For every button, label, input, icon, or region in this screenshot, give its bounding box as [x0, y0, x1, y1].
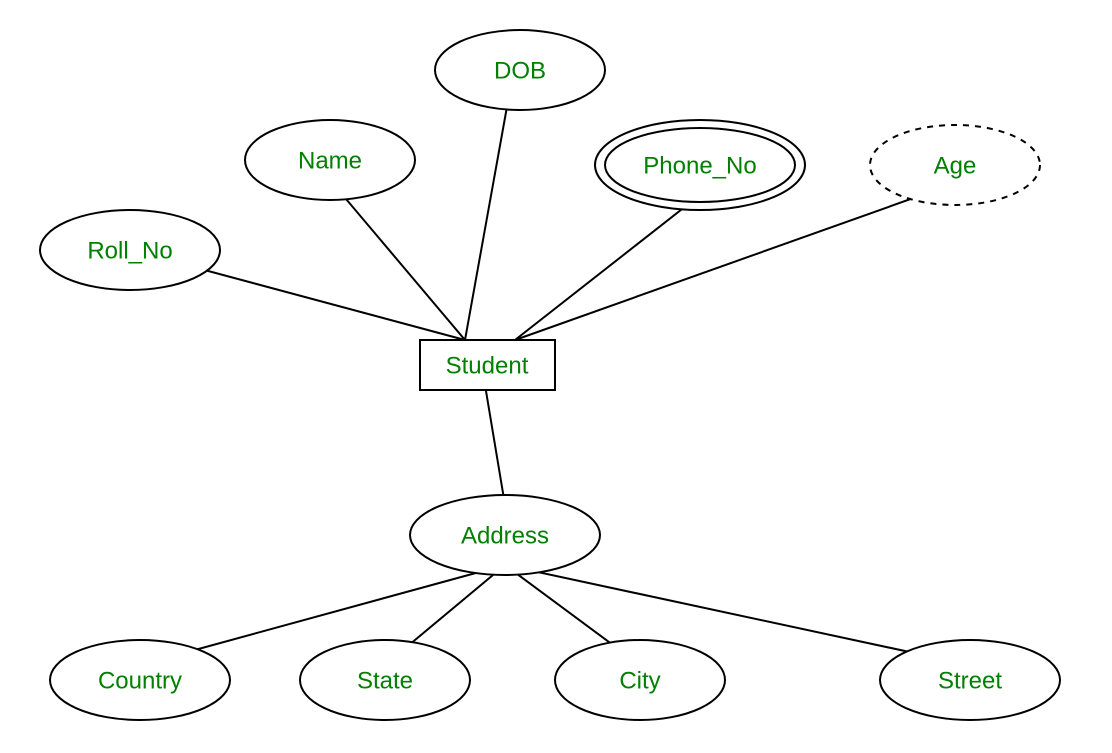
attr-country: Country	[50, 640, 230, 720]
attr-street-label: Street	[938, 667, 1002, 694]
attr-state-label: State	[357, 667, 413, 694]
attr-age-label: Age	[934, 152, 977, 179]
attr-rollno-label: Roll_No	[87, 237, 172, 264]
edge-address-street	[505, 565, 970, 665]
attr-address: Address	[410, 495, 600, 575]
attr-city-label: City	[619, 667, 660, 694]
edge-student-name	[330, 180, 465, 340]
attr-name-label: Name	[298, 147, 362, 174]
attr-address-label: Address	[461, 522, 549, 549]
attr-phoneno: Phone_No	[595, 120, 805, 210]
edge-student-dob	[465, 90, 510, 340]
attr-country-label: Country	[98, 667, 182, 694]
attr-state: State	[300, 640, 470, 720]
edge-student-phone	[515, 195, 700, 340]
edge-student-address	[485, 385, 505, 505]
er-diagram: Student Roll_No Name DOB Phone_No Age Ad…	[0, 0, 1112, 753]
attr-name: Name	[245, 120, 415, 200]
entity-student: Student	[420, 340, 555, 390]
entity-student-label: Student	[446, 352, 529, 379]
attr-dob: DOB	[435, 30, 605, 110]
attr-street: Street	[880, 640, 1060, 720]
attr-age: Age	[870, 125, 1040, 205]
attr-phoneno-label: Phone_No	[643, 152, 756, 179]
attr-city: City	[555, 640, 725, 720]
attr-rollno: Roll_No	[40, 210, 220, 290]
attr-dob-label: DOB	[494, 57, 546, 84]
